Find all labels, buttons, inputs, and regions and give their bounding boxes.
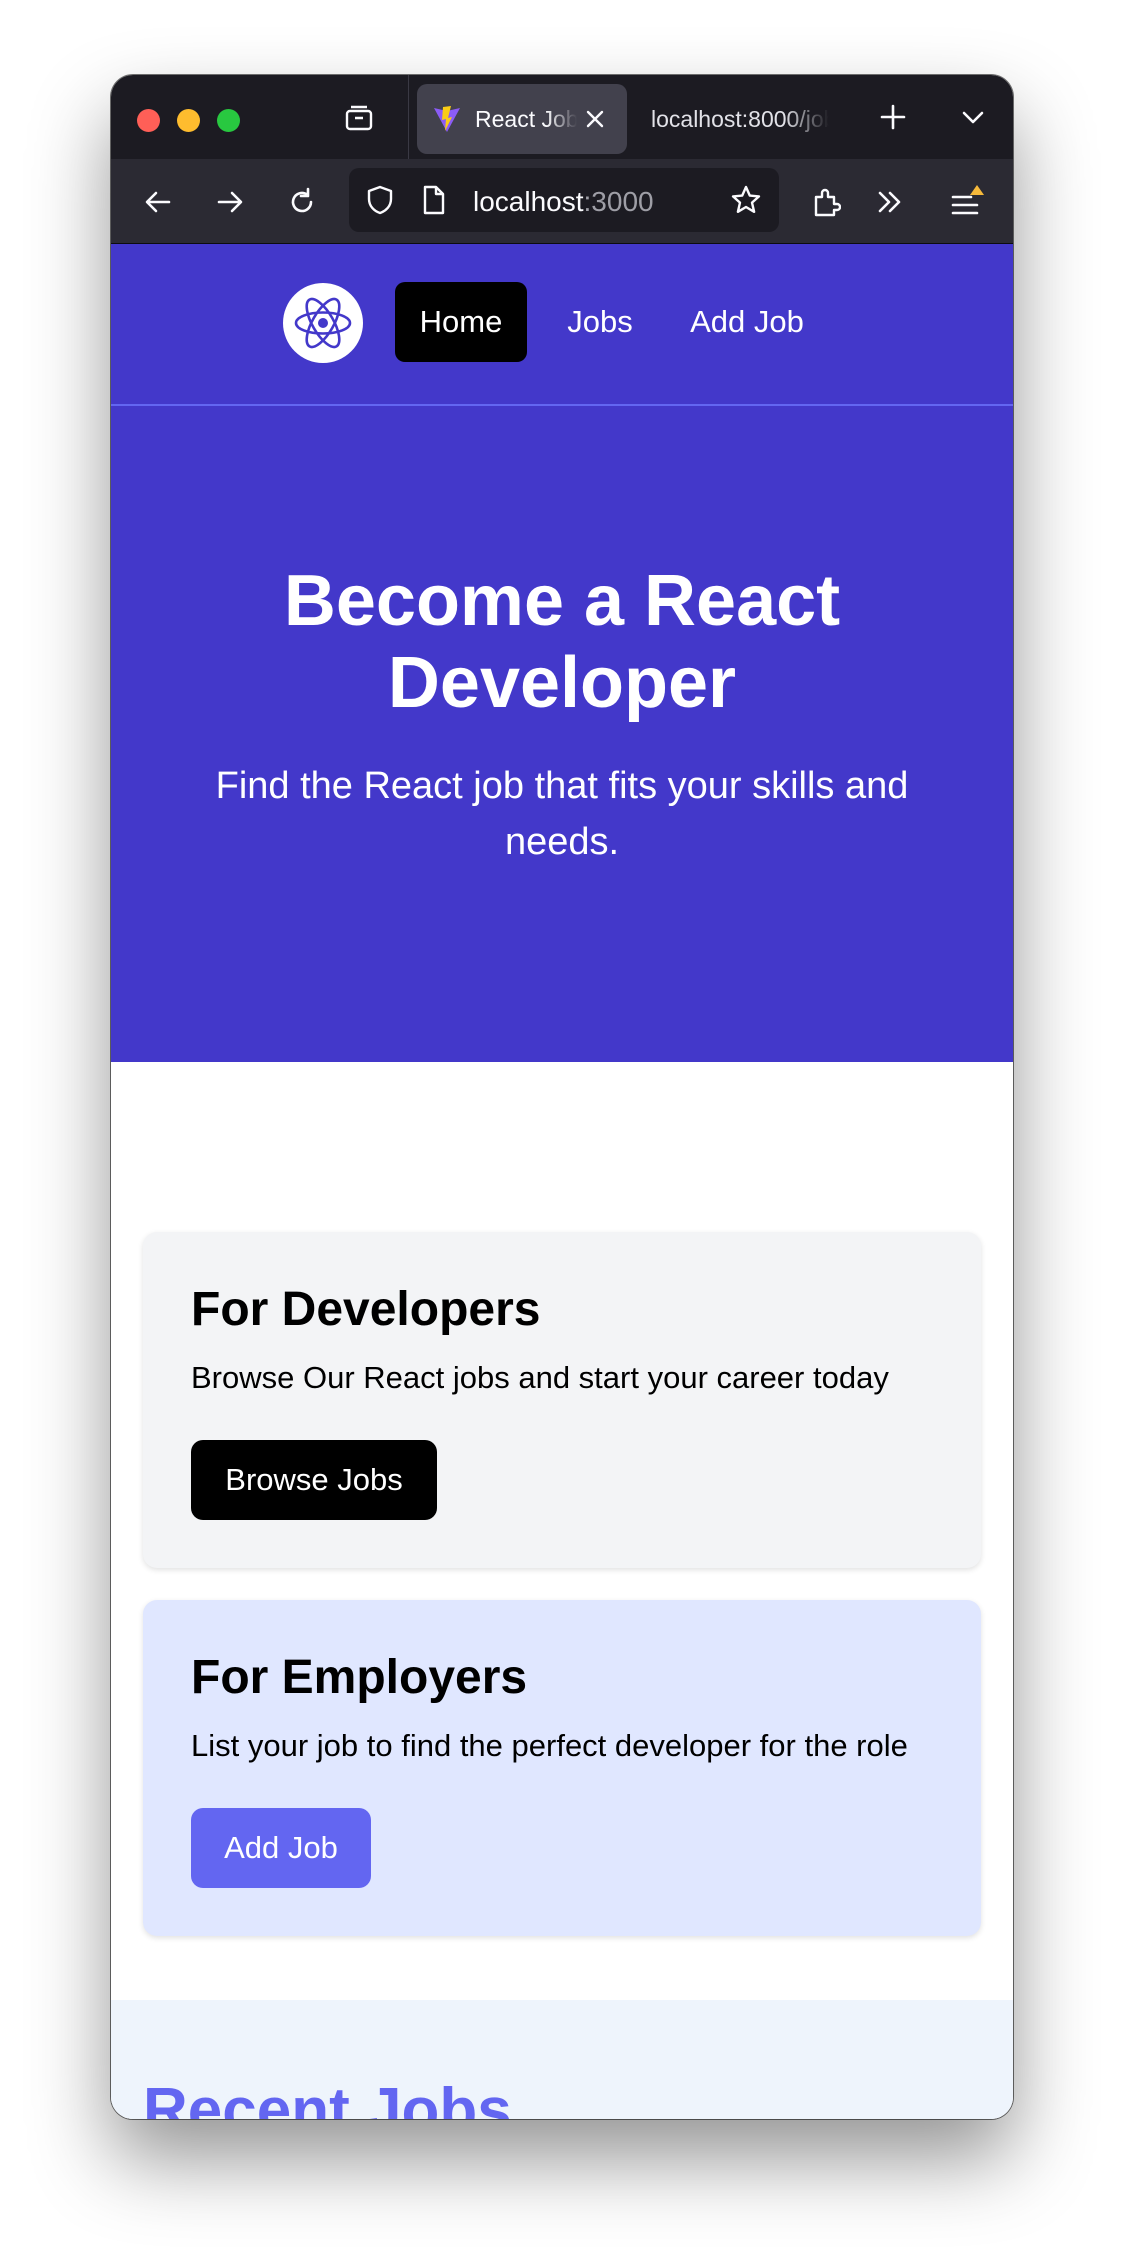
tab-separator: [408, 75, 409, 159]
react-atom-icon[interactable]: [283, 283, 363, 363]
app-menu-icon[interactable]: [947, 183, 987, 221]
hero-section: Become a React Developer Find the React …: [111, 406, 1013, 1062]
tab-react-jobs[interactable]: React Jobs: [417, 84, 627, 154]
hero-title: Become a React Developer: [283, 561, 841, 723]
reload-icon[interactable]: [285, 185, 319, 219]
recent-jobs-title: Recent Jobs: [143, 2076, 512, 2119]
nav-link-home[interactable]: Home: [395, 282, 527, 362]
extensions-icon[interactable]: [809, 185, 843, 219]
browser-window: React Jobs localhost:8000/jobs: [111, 75, 1013, 2119]
address-bar[interactable]: localhost:3000: [349, 168, 779, 232]
url-host: localhost: [473, 186, 584, 217]
minimize-window-button[interactable]: [177, 109, 200, 132]
new-tab-icon[interactable]: [877, 101, 909, 133]
url-port: :3000: [583, 186, 654, 217]
shield-icon[interactable]: [363, 183, 397, 217]
back-arrow-icon[interactable]: [141, 185, 175, 219]
tab-title: React Jobs: [475, 106, 577, 132]
nav-link-jobs[interactable]: Jobs: [547, 282, 653, 362]
tab-groups-icon[interactable]: [343, 101, 375, 133]
close-window-button[interactable]: [137, 109, 160, 132]
recent-jobs-section: Recent Jobs: [111, 2000, 1013, 2119]
web-page: Home Jobs Add Job Become a React Develop…: [111, 244, 1013, 2119]
nav-link-add-job[interactable]: Add Job: [673, 282, 821, 362]
employers-card-title: For Employers: [191, 1651, 528, 1704]
employers-card: For Employers List your job to find the …: [143, 1600, 981, 1936]
star-icon[interactable]: [729, 183, 763, 217]
developers-card-text: Browse Our React jobs and start your car…: [191, 1360, 889, 1395]
close-tab-icon[interactable]: [581, 105, 609, 133]
list-tabs-chevron-down-icon[interactable]: [957, 101, 989, 133]
tab-bar: React Jobs localhost:8000/jobs: [111, 75, 1013, 159]
employers-card-text: List your job to find the perfect develo…: [191, 1728, 908, 1763]
navigation-toolbar: localhost:3000: [111, 159, 1013, 244]
overflow-chevrons-icon[interactable]: [873, 185, 907, 219]
url-text[interactable]: localhost:3000: [473, 186, 654, 218]
page-icon[interactable]: [417, 183, 451, 217]
add-job-button[interactable]: Add Job: [191, 1808, 371, 1888]
developers-card-title: For Developers: [191, 1283, 541, 1336]
browse-jobs-button[interactable]: Browse Jobs: [191, 1440, 437, 1520]
forward-arrow-icon[interactable]: [213, 185, 247, 219]
developers-card: For Developers Browse Our React jobs and…: [143, 1232, 981, 1568]
site-navbar: Home Jobs Add Job: [111, 244, 1013, 406]
tab-title: localhost:8000/jobs: [651, 106, 829, 132]
hero-subtitle: Find the React job that fits your skills…: [215, 765, 909, 863]
zoom-window-button[interactable]: [217, 109, 240, 132]
vite-icon: [431, 103, 463, 135]
